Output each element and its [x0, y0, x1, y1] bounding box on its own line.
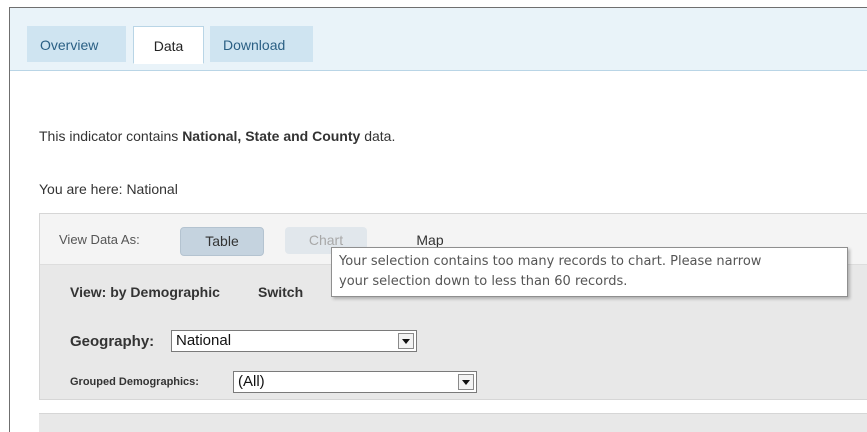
geography-select[interactable]: National [171, 330, 417, 352]
indicator-prefix: This indicator contains [39, 128, 183, 144]
results-panel [39, 413, 867, 432]
tab-overview[interactable]: Overview [27, 26, 126, 62]
indicator-suffix: data. [360, 128, 396, 144]
chart-disabled-tooltip: Your selection contains too many records… [331, 247, 848, 297]
tooltip-line-1: Your selection contains too many records… [339, 254, 762, 269]
indicator-levels: National, State and County [182, 128, 361, 144]
view-data-as-label: View Data As: [59, 232, 140, 247]
tab-download[interactable]: Download [210, 26, 313, 62]
tab-data[interactable]: Data [133, 26, 204, 64]
grouped-demographics-select[interactable]: (All) [233, 371, 477, 393]
grouped-demographics-label: Grouped Demographics: [70, 376, 199, 388]
dropdown-arrow-icon[interactable] [398, 333, 414, 349]
geography-label: Geography: [70, 333, 155, 350]
breadcrumb: You are here: National [39, 181, 178, 197]
tooltip-line-2: your selection down to less than 60 reco… [339, 274, 628, 289]
dropdown-arrow-icon[interactable] [458, 374, 474, 390]
switch-link[interactable]: Switch [258, 284, 336, 300]
grouped-demographics-value: (All) [238, 373, 265, 390]
data-panel: View Data As: Table Chart Map View: by D… [39, 213, 867, 400]
view-by-label: View: by Demographic [70, 284, 220, 300]
view-table-button[interactable]: Table [180, 227, 264, 256]
indicator-description: This indicator contains National, State … [39, 128, 395, 144]
geography-value: National [176, 332, 232, 349]
